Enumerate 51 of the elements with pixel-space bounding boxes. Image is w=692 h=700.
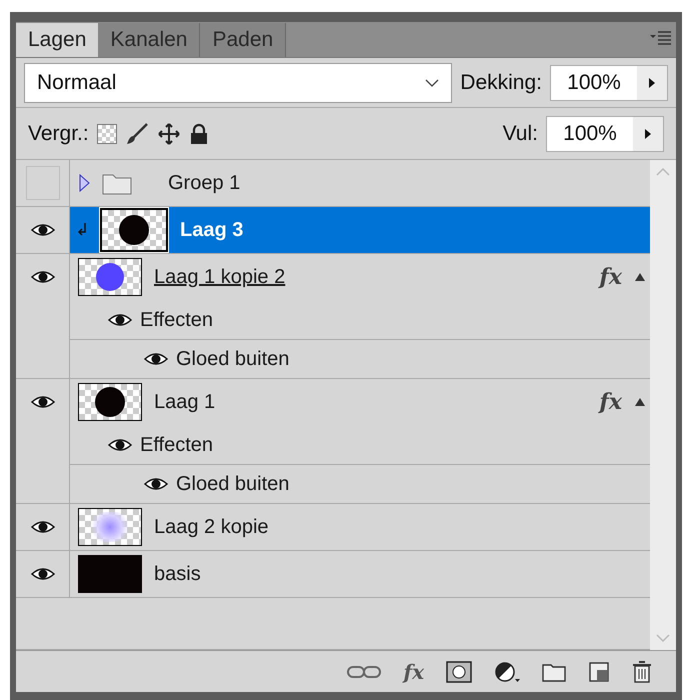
layer-row[interactable]: Laag 3: [70, 207, 650, 253]
lock-label: Vergr.:: [28, 120, 89, 147]
eye-icon[interactable]: [30, 223, 54, 237]
layer-name[interactable]: Groep 1: [168, 168, 240, 198]
eye-icon[interactable]: [108, 312, 132, 326]
effects-icon[interactable]: fx: [599, 260, 634, 294]
effect-label[interactable]: Gloed buiten: [176, 469, 290, 499]
link-icon[interactable]: [347, 664, 382, 678]
opacity-label: Dekking:: [460, 70, 542, 96]
expand-triangle-icon[interactable]: [78, 174, 90, 192]
panel-tab[interactable]: Paden: [200, 23, 286, 57]
layer-thumbnail: [78, 555, 142, 593]
layer-name[interactable]: Laag 1: [154, 387, 216, 417]
effects-label[interactable]: Effecten: [140, 430, 214, 460]
folder-icon[interactable]: [542, 662, 566, 682]
panel-menu-icon[interactable]: [650, 31, 672, 45]
fill-label: Vul:: [502, 120, 538, 147]
layer-name[interactable]: Laag 1 kopie 2: [154, 262, 286, 292]
trash-icon[interactable]: [632, 660, 652, 684]
adjustment-icon[interactable]: [494, 660, 520, 682]
chevron-down-icon: [425, 78, 440, 86]
eye-icon[interactable]: [30, 520, 54, 534]
collapse-triangle-icon[interactable]: [634, 272, 646, 282]
eye-icon[interactable]: [144, 477, 168, 491]
effects-icon[interactable]: fx: [599, 386, 634, 418]
eye-icon[interactable]: [30, 270, 54, 284]
panel-tab[interactable]: Kanalen: [98, 23, 200, 57]
collapse-triangle-icon[interactable]: [634, 397, 646, 407]
visibility-toggle[interactable]: [26, 166, 60, 200]
layer-name[interactable]: basis: [154, 559, 201, 589]
eye-icon[interactable]: [30, 395, 54, 409]
move-icon[interactable]: [156, 122, 181, 146]
eye-icon[interactable]: [30, 567, 54, 581]
layer-name[interactable]: Laag 2 kopie: [154, 512, 269, 542]
blend-mode-dropdown[interactable]: Normaal: [24, 62, 452, 102]
layer-thumbnail: [78, 383, 142, 421]
layer-thumbnail: [100, 208, 168, 252]
lock-icon[interactable]: [188, 122, 209, 144]
add-style-icon[interactable]: fx: [403, 656, 424, 686]
effect-label[interactable]: Gloed buiten: [176, 344, 290, 374]
lock-transparency-icon[interactable]: [96, 124, 117, 144]
brush-icon[interactable]: [124, 122, 149, 146]
panel-tab[interactable]: Lagen: [16, 23, 98, 57]
eye-icon[interactable]: [144, 352, 168, 366]
layer-name[interactable]: Laag 3: [180, 215, 244, 245]
layer-thumbnail: [78, 258, 142, 296]
effects-label[interactable]: Effecten: [140, 304, 214, 334]
eye-icon[interactable]: [108, 438, 132, 452]
layer-thumbnail: [78, 508, 142, 546]
new-layer-icon[interactable]: [588, 660, 610, 682]
mask-icon[interactable]: [446, 660, 472, 682]
